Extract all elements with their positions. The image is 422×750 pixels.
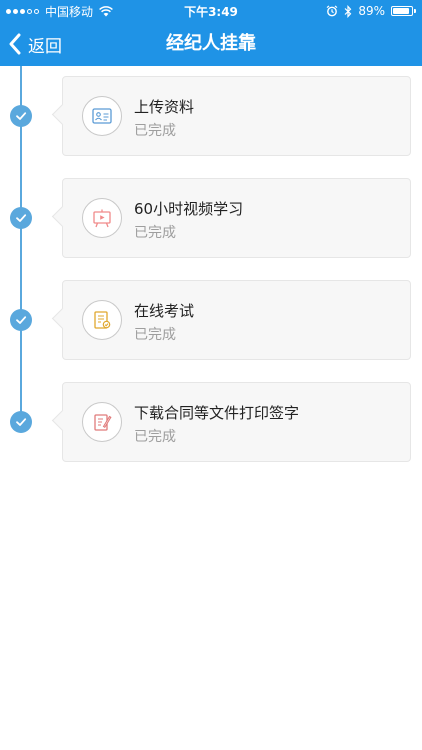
- step-card-online-exam[interactable]: 在线考试 已完成: [51, 280, 411, 360]
- back-button[interactable]: 返回: [8, 22, 62, 66]
- header: 中国移动 下午3:49 89% 返回 经纪人挂靠: [0, 0, 422, 66]
- card-pointer: [51, 409, 74, 432]
- check-icon: [10, 207, 32, 229]
- step-title: 在线考试: [134, 302, 195, 320]
- battery-body: [391, 6, 413, 16]
- battery-fill: [393, 8, 410, 14]
- timeline-step: 在线考试 已完成: [0, 280, 422, 362]
- timeline-step: 下载合同等文件打印签字 已完成: [0, 382, 422, 464]
- alarm-icon: [326, 5, 338, 17]
- step-title: 60小时视频学习: [134, 200, 244, 218]
- check-icon: [10, 411, 32, 433]
- sign-document-icon: [82, 402, 122, 442]
- nav-bar: 返回 经纪人挂靠: [0, 22, 422, 66]
- step-card-video-learning[interactable]: 60小时视频学习 已完成: [51, 178, 411, 258]
- step-card-download-sign[interactable]: 下载合同等文件打印签字 已完成: [51, 382, 411, 462]
- step-status: 已完成: [134, 327, 176, 343]
- check-icon: [10, 309, 32, 331]
- step-title: 上传资料: [134, 98, 195, 116]
- battery-percent: 89%: [358, 4, 385, 18]
- id-card-icon: [82, 96, 122, 136]
- exam-paper-icon: [82, 300, 122, 340]
- battery-icon: [391, 6, 416, 16]
- screen: 中国移动 下午3:49 89% 返回 经纪人挂靠 上传资料 已完成 60小时视频…: [0, 0, 422, 750]
- check-icon: [10, 105, 32, 127]
- battery-cap: [414, 9, 416, 13]
- status-right: 89%: [320, 3, 416, 19]
- chevron-left-icon: [9, 33, 21, 55]
- timeline-step: 60小时视频学习 已完成: [0, 178, 422, 260]
- step-title: 下载合同等文件打印签字: [134, 404, 300, 422]
- card-pointer: [51, 307, 74, 330]
- back-label: 返回: [28, 36, 62, 57]
- status-bar: 中国移动 下午3:49 89%: [0, 0, 422, 22]
- bluetooth-icon: [344, 4, 352, 18]
- timeline-step: 上传资料 已完成: [0, 76, 422, 158]
- card-pointer: [51, 103, 74, 126]
- step-card-upload-documents[interactable]: 上传资料 已完成: [51, 76, 411, 156]
- step-status: 已完成: [134, 225, 176, 241]
- page-title: 经纪人挂靠: [166, 33, 256, 54]
- video-board-icon: [82, 198, 122, 238]
- step-status: 已完成: [134, 429, 176, 445]
- card-pointer: [51, 205, 74, 228]
- step-status: 已完成: [134, 123, 176, 139]
